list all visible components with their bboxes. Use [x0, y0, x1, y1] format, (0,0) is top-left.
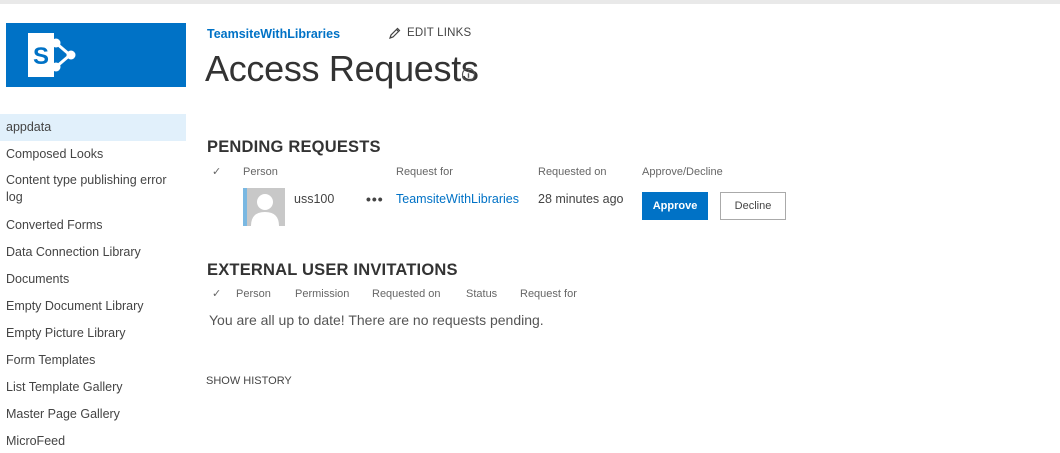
- site-name-link[interactable]: TeamsiteWithLibraries: [207, 27, 340, 41]
- page-title: Access Requests: [205, 48, 479, 90]
- empty-state-message: You are all up to date! There are no req…: [209, 312, 544, 328]
- ext-col-head-person[interactable]: Person: [236, 288, 271, 300]
- page-title-text: Access Requests: [205, 48, 479, 89]
- approve-button[interactable]: Approve: [642, 192, 708, 220]
- col-head-person[interactable]: Person: [243, 166, 278, 178]
- edit-links-label: EDIT LINKS: [407, 27, 472, 39]
- external-invitations-heading: EXTERNAL USER INVITATIONS: [207, 261, 458, 279]
- nav-item-microfeed[interactable]: MicroFeed: [0, 428, 186, 453]
- nav-item-master-page-gallery[interactable]: Master Page Gallery: [0, 401, 186, 428]
- nav-item-documents[interactable]: Documents: [0, 266, 186, 293]
- top-bar: [0, 0, 1060, 4]
- nav-item-appdata[interactable]: appdata: [0, 114, 186, 141]
- sharepoint-logo-icon: S: [28, 33, 76, 77]
- avatar: [243, 188, 285, 226]
- nav-item-content-type-publishing-error-log[interactable]: Content type publishing error log: [0, 168, 170, 212]
- person-silhouette-icon: [251, 194, 279, 226]
- avatar-edge: [243, 188, 247, 226]
- more-options-ellipsis-icon[interactable]: •••: [366, 191, 384, 207]
- col-head-approve-decline: Approve/Decline: [642, 166, 723, 178]
- pending-requests-heading: PENDING REQUESTS: [207, 138, 381, 156]
- request-for-link[interactable]: TeamsiteWithLibraries: [396, 192, 519, 206]
- pencil-icon: [389, 27, 401, 39]
- select-all-external-checkmark-icon[interactable]: ✓: [212, 287, 221, 300]
- nav-item-composed-looks[interactable]: Composed Looks: [0, 141, 186, 168]
- request-person-name: uss100: [294, 192, 335, 206]
- col-head-request-for[interactable]: Request for: [396, 166, 453, 178]
- nav-item-converted-forms[interactable]: Converted Forms: [0, 212, 186, 239]
- info-icon[interactable]: [461, 67, 476, 82]
- sharepoint-logo[interactable]: S: [6, 23, 186, 87]
- ext-col-head-request-for[interactable]: Request for: [520, 288, 577, 300]
- ext-col-head-status[interactable]: Status: [466, 288, 497, 300]
- nav-item-empty-document-library[interactable]: Empty Document Library: [0, 293, 186, 320]
- quick-launch-nav: appdata Composed Looks Content type publ…: [0, 114, 186, 453]
- decline-button[interactable]: Decline: [720, 192, 786, 220]
- select-all-checkmark-icon[interactable]: ✓: [212, 165, 221, 178]
- ext-col-head-permission[interactable]: Permission: [295, 288, 349, 300]
- nav-item-form-templates[interactable]: Form Templates: [0, 347, 186, 374]
- nav-item-data-connection-library[interactable]: Data Connection Library: [0, 239, 186, 266]
- ext-col-head-requested-on[interactable]: Requested on: [372, 288, 441, 300]
- show-history-link[interactable]: SHOW HISTORY: [206, 375, 292, 387]
- col-head-requested-on[interactable]: Requested on: [538, 166, 607, 178]
- requested-on-value: 28 minutes ago: [538, 192, 624, 206]
- svg-text:S: S: [33, 43, 49, 70]
- nav-item-list-template-gallery[interactable]: List Template Gallery: [0, 374, 186, 401]
- nav-item-empty-picture-library[interactable]: Empty Picture Library: [0, 320, 186, 347]
- edit-links-button[interactable]: EDIT LINKS: [389, 27, 471, 39]
